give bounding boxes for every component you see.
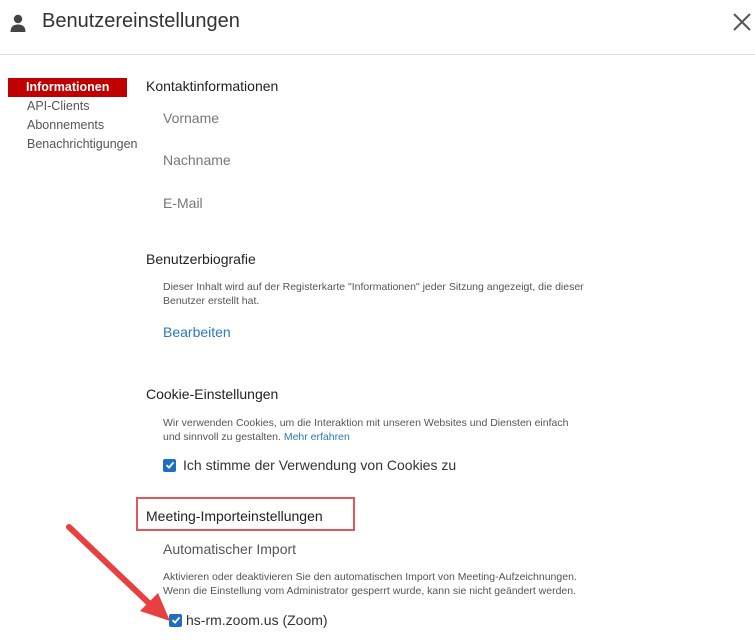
bio-section-title: Benutzerbiografie — [146, 251, 256, 267]
check-icon — [171, 616, 180, 624]
email-field[interactable]: E-Mail — [163, 195, 203, 211]
user-icon — [8, 12, 28, 36]
contact-section-title: Kontaktinformationen — [146, 78, 279, 94]
sidebar-item-benachrichtigungen[interactable]: Benachrichtigungen — [8, 135, 148, 154]
meeting-desc-line-2: Wenn die Einstellung vom Administrator g… — [163, 585, 577, 597]
bio-desc-line-1: Dieser Inhalt wird auf der Registerkarte… — [163, 281, 584, 293]
cookie-desc-line-2: und sinnvoll zu gestalten. Mehr erfahren — [163, 430, 643, 444]
dialog-title: Benutzereinstellungen — [42, 10, 240, 32]
cookie-consent-checkbox[interactable] — [163, 458, 176, 472]
sidebar-item-abonnements[interactable]: Abonnements — [8, 116, 148, 135]
cookie-section-title: Cookie-Einstellungen — [146, 386, 279, 402]
cookie-consent-label: Ich stimme der Verwendung von Cookies zu — [183, 457, 457, 473]
bio-description: Dieser Inhalt wird auf der Registerkarte… — [163, 280, 643, 308]
sidebar-nav: Informationen API-Clients Abonnements Be… — [8, 78, 148, 154]
firstname-field[interactable]: Vorname — [163, 110, 219, 126]
close-icon[interactable] — [730, 10, 754, 34]
cookie-consent-row: Ich stimme der Verwendung von Cookies zu — [163, 457, 456, 473]
zoom-import-checkbox[interactable] — [169, 613, 182, 627]
learn-more-link[interactable]: Mehr erfahren — [284, 431, 350, 443]
auto-import-subtitle: Automatischer Import — [163, 541, 297, 557]
bio-desc-line-2: Benutzer erstellt hat. — [163, 295, 260, 307]
cookie-description: Wir verwenden Cookies, um die Interaktio… — [163, 416, 643, 444]
dialog-header: Benutzereinstellungen — [0, 0, 755, 55]
meeting-import-description: Aktivieren oder deaktivieren Sie den aut… — [163, 570, 643, 598]
zoom-import-label: hs-rm.zoom.us (Zoom) — [186, 612, 328, 628]
cookie-desc-line-2-text: und sinnvoll zu gestalten. — [163, 431, 281, 443]
zoom-import-row: hs-rm.zoom.us (Zoom) — [169, 612, 328, 628]
cookie-desc-line-1: Wir verwenden Cookies, um die Interaktio… — [163, 417, 569, 429]
edit-bio-link[interactable]: Bearbeiten — [163, 324, 231, 340]
meeting-desc-line-1: Aktivieren oder deaktivieren Sie den aut… — [163, 571, 577, 583]
lastname-field[interactable]: Nachname — [163, 152, 231, 168]
sidebar-item-informationen[interactable]: Informationen — [8, 78, 127, 97]
sidebar-item-api-clients[interactable]: API-Clients — [8, 97, 148, 116]
meeting-import-section-title: Meeting-Importeinstellungen — [146, 508, 323, 524]
check-icon — [165, 461, 174, 469]
